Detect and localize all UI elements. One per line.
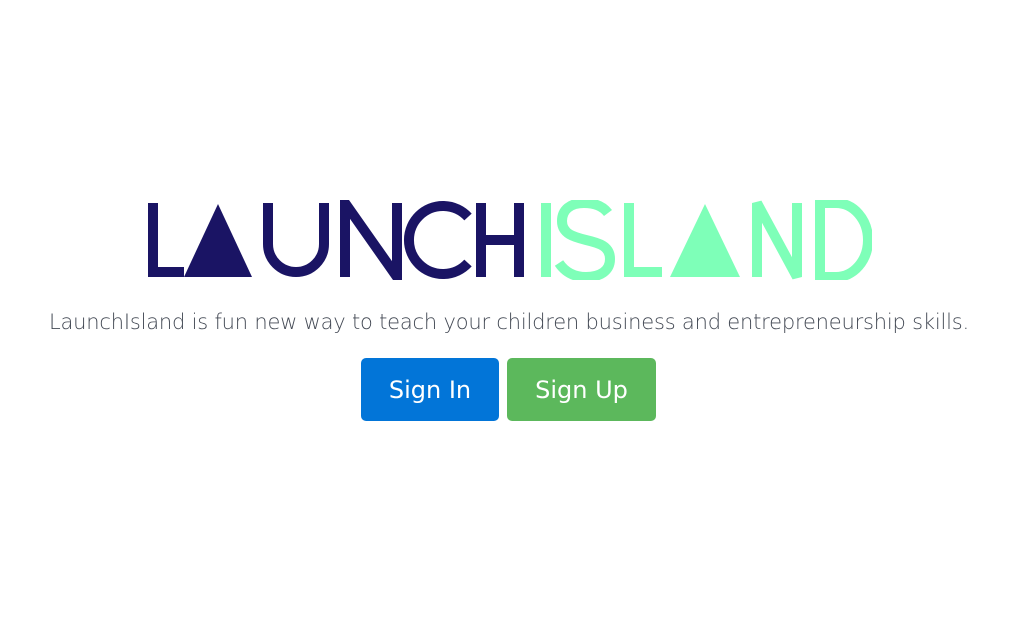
sign-up-button[interactable]: Sign Up	[507, 358, 656, 421]
sign-in-button[interactable]: Sign In	[361, 358, 499, 421]
logo-word-launch	[148, 200, 524, 280]
logo-word-island	[541, 200, 872, 280]
tagline: LaunchIsland is fun new way to teach you…	[49, 310, 969, 334]
launchisland-logo	[146, 200, 872, 280]
auth-buttons: Sign In Sign Up	[361, 358, 656, 421]
landing-page: LaunchIsland is fun new way to teach you…	[0, 0, 1018, 627]
